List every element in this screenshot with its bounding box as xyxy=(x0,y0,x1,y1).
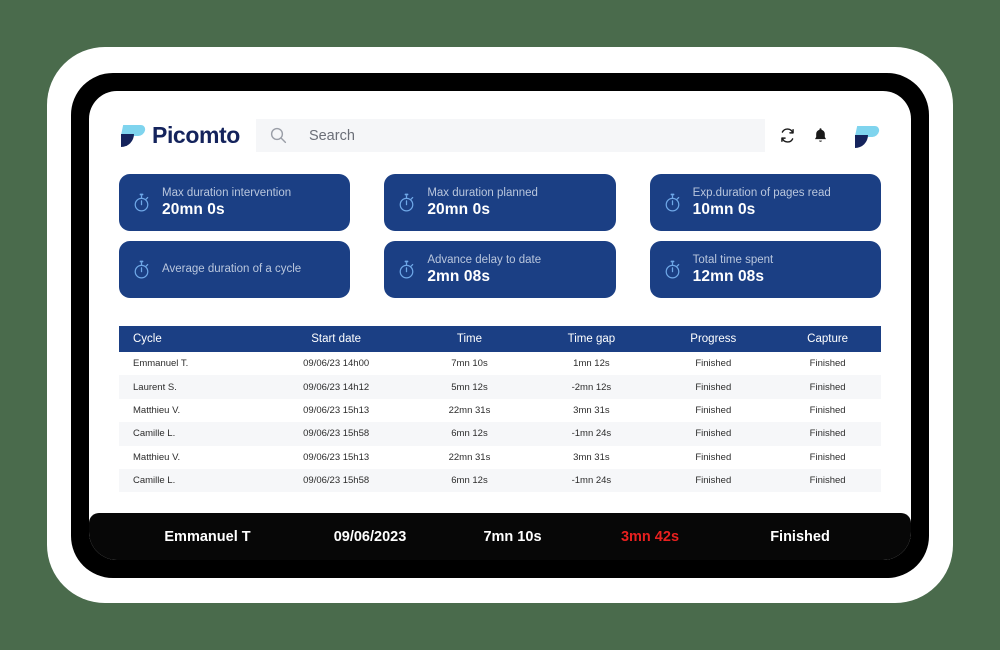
summary-status: Finished xyxy=(770,528,830,545)
summary-name: Emmanuel T xyxy=(164,528,251,545)
kpi-card-exp-duration-pages-read[interactable]: Exp.duration of pages read 10mn 0s xyxy=(649,174,881,231)
cell-start-date: 09/06/23 15h13 xyxy=(303,404,370,416)
kpi-label: Max duration planned xyxy=(427,187,538,199)
cell-capture: Finished xyxy=(809,428,846,440)
kpi-card-advance-delay-to-date[interactable]: Advance delay to date 2mn 08s xyxy=(384,241,616,298)
table-row[interactable]: Camille L. 09/06/23 15h58 6mn 12s -1mn 2… xyxy=(119,422,881,446)
cell-capture: Finished xyxy=(809,404,846,416)
kpi-card-max-duration-planned[interactable]: Max duration planned 20mn 0s xyxy=(384,174,616,231)
table-header-row: Cycle Start date Time Time gap Progress … xyxy=(119,326,881,352)
kpi-value: 20mn 0s xyxy=(162,201,225,218)
column-header-progress[interactable]: Progress xyxy=(652,326,774,352)
cell-time-gap: -2mn 12s xyxy=(571,381,612,393)
stopwatch-icon xyxy=(665,260,680,279)
app-logo[interactable]: Picomto xyxy=(119,122,240,149)
cell-time-gap: -1mn 24s xyxy=(571,428,612,440)
kpi-label: Average duration of a cycle xyxy=(162,263,302,275)
cell-capture: Finished xyxy=(809,358,846,370)
summary-time: 7mn 10s xyxy=(483,528,542,545)
cell-capture: Finished xyxy=(809,381,846,393)
top-bar: Picomto xyxy=(89,91,911,152)
cell-progress: Finished xyxy=(695,358,732,370)
stopwatch-icon xyxy=(399,260,414,279)
column-header-time[interactable]: Time xyxy=(409,326,531,352)
device-frame: Picomto Search Max duration intervention… xyxy=(71,73,929,578)
cell-progress: Finished xyxy=(695,428,732,440)
kpi-value: 12mn 08s xyxy=(692,268,765,285)
cell-start-date: 09/06/23 15h13 xyxy=(303,451,370,463)
kpi-card-total-time-spent[interactable]: Total time spent 12mn 08s xyxy=(649,241,881,298)
stopwatch-icon xyxy=(665,193,680,212)
kpi-value: 20mn 0s xyxy=(427,201,491,218)
cell-time: 5mn 12s xyxy=(451,381,488,393)
stopwatch-icon xyxy=(134,260,149,279)
app-logo-text: Picomto xyxy=(152,122,240,148)
cell-time: 6mn 12s xyxy=(451,475,488,487)
cell-cycle: Emmanuel T. xyxy=(133,358,189,370)
cell-cycle: Laurent S. xyxy=(133,381,177,393)
picomto-logo-mark-icon xyxy=(119,123,147,149)
cell-progress: Finished xyxy=(695,381,732,393)
cell-start-date: 09/06/23 15h58 xyxy=(303,428,370,440)
search-input[interactable] xyxy=(308,127,751,144)
avatar[interactable] xyxy=(853,123,881,149)
cell-start-date: 09/06/23 14h12 xyxy=(303,381,370,393)
stopwatch-icon xyxy=(399,193,414,212)
search-icon xyxy=(270,127,287,144)
kpi-label: Exp.duration of pages read xyxy=(692,187,831,199)
cell-time: 7mn 10s xyxy=(451,358,488,370)
kpi-value: 10mn 0s xyxy=(692,201,756,218)
cell-time-gap: 3mn 31s xyxy=(573,404,610,416)
stopwatch-icon xyxy=(134,193,149,212)
cycles-table: Cycle Start date Time Time gap Progress … xyxy=(119,326,881,493)
cell-time-gap: -1mn 24s xyxy=(571,475,612,487)
table-row[interactable]: Camille L. 09/06/23 15h58 6mn 12s -1mn 2… xyxy=(119,468,881,493)
cell-time: 6mn 12s xyxy=(451,428,488,440)
cell-progress: Finished xyxy=(695,451,732,463)
cell-cycle: Camille L. xyxy=(133,475,176,487)
table-header: Cycle Start date Time Time gap Progress … xyxy=(119,326,881,352)
column-header-capture[interactable]: Capture xyxy=(774,326,881,352)
cell-time-gap: 3mn 31s xyxy=(573,451,610,463)
kpi-card-average-duration-cycle[interactable]: Average duration of a cycle xyxy=(119,241,351,298)
cell-progress: Finished xyxy=(695,475,732,487)
kpi-card-grid: Max duration intervention 20mn 0s Max du… xyxy=(89,152,911,298)
cell-time: 22mn 31s xyxy=(448,451,491,463)
top-bar-actions xyxy=(779,123,881,149)
cell-capture: Finished xyxy=(809,451,846,463)
cell-time-gap: 1mn 12s xyxy=(573,358,610,370)
cell-start-date: 09/06/23 15h58 xyxy=(303,475,370,487)
kpi-value: 2mn 08s xyxy=(427,268,491,285)
cell-progress: Finished xyxy=(695,404,732,416)
bell-icon[interactable] xyxy=(813,127,828,144)
cell-cycle: Matthieu V. xyxy=(133,404,181,416)
cell-capture: Finished xyxy=(809,475,846,487)
cell-cycle: Matthieu V. xyxy=(133,451,181,463)
cell-cycle: Camille L. xyxy=(133,428,176,440)
cell-start-date: 09/06/23 14h00 xyxy=(303,358,370,370)
kpi-label: Max duration intervention xyxy=(162,187,292,199)
table-row[interactable]: Laurent S. 09/06/23 14h12 5mn 12s -2mn 1… xyxy=(119,375,881,399)
summary-time-gap: 3mn 42s xyxy=(620,528,680,545)
table-body: Emmanuel T. 09/06/23 14h00 7mn 10s 1mn 1… xyxy=(119,352,881,493)
cycles-table-wrap: Cycle Start date Time Time gap Progress … xyxy=(89,298,911,493)
kpi-label: Total time spent xyxy=(692,254,774,266)
search-bar[interactable] xyxy=(255,119,765,152)
column-header-time-gap[interactable]: Time gap xyxy=(530,326,652,352)
column-header-start-date[interactable]: Start date xyxy=(264,326,409,352)
table-row[interactable]: Matthieu V. 09/06/23 15h13 22mn 31s 3mn … xyxy=(119,398,881,423)
kpi-card-max-duration-intervention[interactable]: Max duration intervention 20mn 0s xyxy=(119,174,351,231)
column-header-cycle[interactable]: Cycle xyxy=(119,326,264,352)
summary-bar: Emmanuel T 09/06/2023 7mn 10s 3mn 42s Fi… xyxy=(89,513,911,560)
table-row[interactable]: Matthieu V. 09/06/23 15h13 22mn 31s 3mn … xyxy=(119,445,881,469)
summary-date: 09/06/2023 xyxy=(333,528,407,545)
app-screen: Picomto Search Max duration intervention… xyxy=(89,91,911,560)
table-row[interactable]: Emmanuel T. 09/06/23 14h00 7mn 10s 1mn 1… xyxy=(119,352,881,376)
refresh-icon[interactable] xyxy=(779,127,796,144)
kpi-label: Advance delay to date xyxy=(427,254,542,266)
cell-time: 22mn 31s xyxy=(448,404,491,416)
